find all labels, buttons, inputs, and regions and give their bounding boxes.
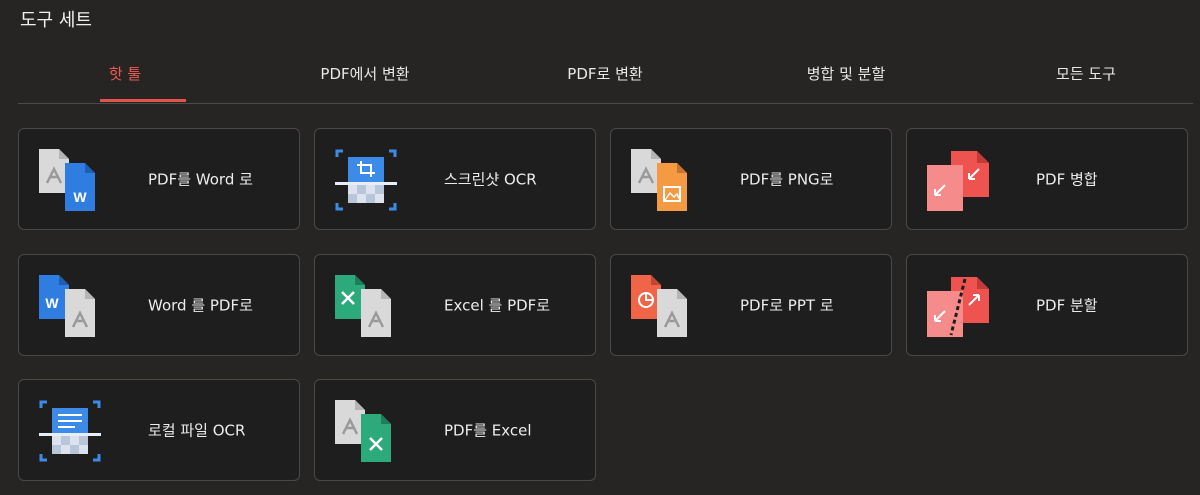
tab-bar: 핫 툴 PDF에서 변환 PDF로 변환 병합 및 분할 모든 도구 [18, 52, 1193, 104]
tool-card-pdf-to-ppt[interactable]: PDF로 PPT 로 [610, 254, 892, 356]
tool-card-pdf-to-png[interactable]: PDF를 PNG로 [610, 128, 892, 230]
tool-label: Excel 를 PDF로 [444, 296, 551, 315]
tool-label: PDF로 PPT 로 [740, 296, 834, 315]
tool-card-local-file-ocr[interactable]: 로컬 파일 OCR [18, 379, 300, 481]
tool-card-pdf-to-excel[interactable]: PDF를 Excel [314, 379, 596, 481]
tool-label: PDF를 Word 로 [148, 170, 253, 189]
pdf-to-png-icon [629, 147, 695, 213]
tool-label: PDF 분할 [1036, 296, 1098, 315]
pdf-merge-icon [925, 147, 991, 213]
tool-label: 스크린샷 OCR [444, 170, 537, 189]
tab-all-tools[interactable]: 모든 도구 [1056, 63, 1116, 84]
word-to-pdf-icon: W [37, 273, 103, 339]
excel-to-pdf-icon [333, 273, 399, 339]
tab-convert-from-pdf[interactable]: PDF에서 변환 [320, 63, 409, 84]
tab-merge-split[interactable]: 병합 및 분할 [807, 63, 886, 84]
pdf-to-word-icon: W [37, 147, 103, 213]
tab-convert-to-pdf[interactable]: PDF로 변환 [567, 63, 642, 84]
screenshot-ocr-icon [333, 147, 399, 213]
tool-label: PDF를 Excel [444, 421, 532, 440]
tool-card-screenshot-ocr[interactable]: 스크린샷 OCR [314, 128, 596, 230]
panel-title: 도구 세트 [20, 10, 92, 31]
svg-text:W: W [73, 189, 87, 205]
pdf-to-ppt-icon [629, 273, 695, 339]
tool-card-excel-to-pdf[interactable]: Excel 를 PDF로 [314, 254, 596, 356]
tool-label: PDF 병합 [1036, 170, 1098, 189]
active-tab-indicator [100, 99, 186, 102]
pdf-split-icon [925, 273, 991, 339]
tool-label: PDF를 PNG로 [740, 170, 834, 189]
tool-label: 로컬 파일 OCR [148, 421, 246, 440]
tool-card-pdf-merge[interactable]: PDF 병합 [906, 128, 1188, 230]
tool-label: Word 를 PDF로 [148, 296, 253, 315]
tool-card-pdf-split[interactable]: PDF 분할 [906, 254, 1188, 356]
local-file-ocr-icon [37, 398, 103, 464]
svg-text:W: W [45, 295, 59, 311]
pdf-to-excel-icon [333, 398, 399, 464]
tool-card-pdf-to-word[interactable]: W PDF를 Word 로 [18, 128, 300, 230]
tab-hot-tools[interactable]: 핫 툴 [109, 63, 141, 84]
tool-card-word-to-pdf[interactable]: W Word 를 PDF로 [18, 254, 300, 356]
